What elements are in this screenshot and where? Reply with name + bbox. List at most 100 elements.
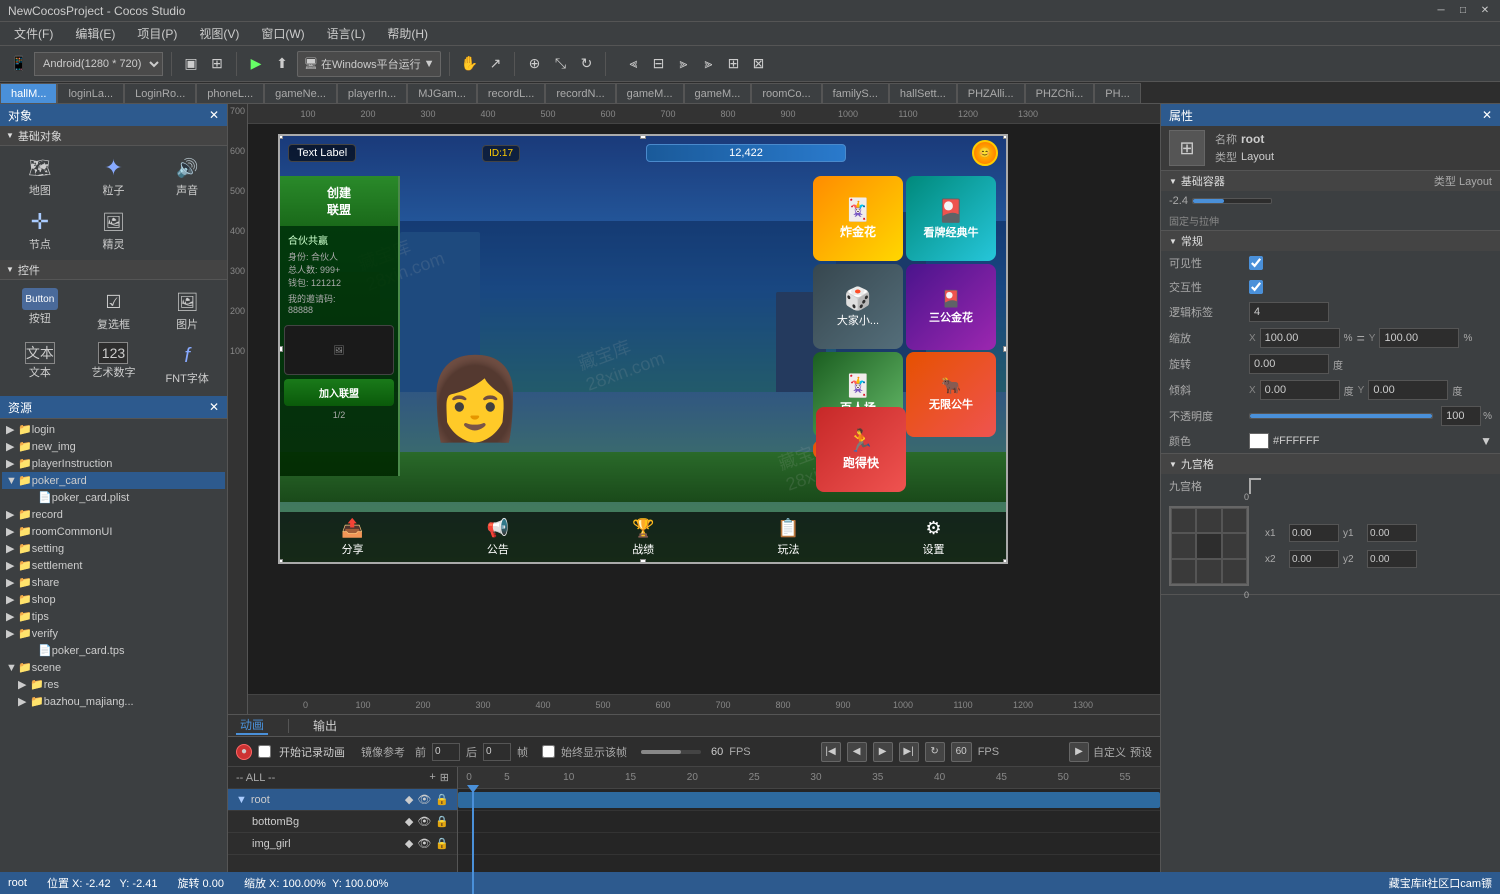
always-show-checkbox[interactable] [542, 745, 555, 758]
timeline-layer-bottombg[interactable]: bottomBg ◆ 👁 🔒 [228, 811, 457, 833]
nav-share[interactable]: 📤 分享 [341, 518, 363, 557]
nav-announcement[interactable]: 📢 公告 [487, 518, 509, 557]
tab-record2[interactable]: recordN... [545, 83, 615, 103]
nav-gameplay[interactable]: 📋 玩法 [777, 518, 799, 557]
regular-header[interactable]: 常规 [1161, 231, 1500, 251]
asset-poker-tps[interactable]: 📄 poker_card.tps [2, 642, 225, 659]
rotation-input[interactable] [1249, 354, 1329, 374]
play-button[interactable]: ▶ [245, 53, 267, 75]
align-center-h[interactable]: ⊟ [647, 53, 669, 75]
object-sound[interactable]: 🔊 声音 [151, 150, 223, 202]
after-input[interactable] [483, 743, 511, 761]
layer-visible-icon[interactable]: 👁 [417, 793, 431, 806]
opacity-input[interactable] [1441, 406, 1481, 426]
interactive-checkbox[interactable] [1249, 280, 1263, 294]
layer-lock-icon[interactable]: 👁 [417, 815, 431, 828]
minimize-button[interactable]: ─ [1434, 4, 1448, 18]
timeline-layer-girl[interactable]: img_girl ◆ 👁 🔒 [228, 833, 457, 855]
asset-share[interactable]: ▶ 📁 share [2, 574, 225, 591]
game-card-kanpai[interactable]: 🎴 看牌经典牛 [906, 176, 996, 261]
play-btn[interactable]: ▶ [1069, 742, 1089, 762]
basic-objects-header[interactable]: 基础对象 [0, 126, 227, 146]
tab-login[interactable]: loginLa... [57, 83, 124, 103]
play-prev-btn[interactable]: ◀ [847, 742, 867, 762]
nine-grid-section-header[interactable]: 九宫格 [1161, 454, 1500, 474]
nav-settings[interactable]: ⚙ 设置 [923, 518, 945, 557]
panel-close-icon[interactable]: ✕ [209, 108, 219, 122]
nav-record[interactable]: 🏆 战绩 [632, 518, 654, 557]
slider-bar[interactable] [1192, 198, 1272, 204]
resize-tool[interactable]: ⤡ [549, 53, 571, 75]
asset-login[interactable]: ▶ 📁 login [2, 421, 225, 438]
tilt-x-input[interactable] [1260, 380, 1340, 400]
timeline-record-btn[interactable]: ● [236, 744, 252, 760]
y1-input[interactable] [1367, 524, 1417, 542]
tab-gamem2[interactable]: gameM... [684, 83, 752, 103]
object-particle[interactable]: ✦ 粒子 [78, 150, 150, 202]
all-add-icon[interactable]: + [429, 771, 435, 784]
object-map[interactable]: 🗺 地图 [4, 150, 76, 202]
maximize-button[interactable]: □ [1456, 4, 1470, 18]
menu-file[interactable]: 文件(F) [4, 23, 63, 44]
menu-language[interactable]: 语言(L) [317, 23, 376, 44]
control-image[interactable]: 🖼 图片 [151, 284, 223, 336]
asset-scene[interactable]: ▼ 📁 scene [2, 659, 225, 676]
align-center-v[interactable]: ⊞ [722, 53, 744, 75]
control-button[interactable]: Button 按钮 [4, 284, 76, 336]
menu-edit[interactable]: 编辑(E) [65, 23, 125, 44]
y2-input[interactable] [1367, 550, 1417, 568]
tab-hall[interactable]: hallM... [0, 83, 57, 103]
base-container-header[interactable]: 基础容器 类型 Layout [1161, 171, 1500, 191]
tab-game[interactable]: gameNe... [264, 83, 337, 103]
platform-select[interactable]: Android(1280 * 720) [34, 52, 163, 76]
controls-header[interactable]: 控件 [0, 260, 227, 280]
logic-tag-input[interactable] [1249, 302, 1329, 322]
asset-panel-close[interactable]: ✕ [209, 400, 219, 414]
play-pause-btn[interactable]: ▶ [873, 742, 893, 762]
timeline-layer-root[interactable]: ▼ root ◆ 👁 🔒 [228, 789, 457, 811]
canvas-container[interactable]: 100 200 300 400 500 600 700 800 900 1000… [228, 104, 1160, 714]
opacity-slider[interactable] [1249, 413, 1433, 419]
tilt-y-input[interactable] [1368, 380, 1448, 400]
layer-lock-icon[interactable]: 👁 [417, 837, 431, 850]
tab-record1[interactable]: recordL... [477, 83, 545, 103]
control-fnt[interactable]: f FNT字体 [151, 338, 223, 390]
square-icon[interactable]: ▣ [180, 53, 202, 75]
color-dropdown[interactable]: ▼ [1480, 434, 1492, 448]
loop-btn[interactable]: ↻ [925, 742, 945, 762]
align-top[interactable]: ⫸ [697, 53, 719, 75]
tab-mj[interactable]: MJGam... [407, 83, 477, 103]
control-checkbox[interactable]: ☑ 复选框 [78, 284, 150, 336]
asset-verify[interactable]: ▶ 📁 verify [2, 625, 225, 642]
layer-keyframe-icon[interactable]: ◆ [405, 793, 413, 806]
game-preview[interactable]: Text Label ID:17 12,422 😊 创建联盟 合伙共赢 身份: … [278, 134, 1008, 564]
control-text[interactable]: 文本 文本 [4, 338, 76, 390]
asset-room-common[interactable]: ▶ 📁 roomCommonUI [2, 523, 225, 540]
play-next-btn[interactable]: ▶| [899, 742, 919, 762]
align-bottom[interactable]: ⊠ [747, 53, 769, 75]
tab-output[interactable]: 输出 [309, 717, 341, 734]
asset-settlement[interactable]: ▶ 📁 settlement [2, 557, 225, 574]
menu-view[interactable]: 视图(V) [189, 23, 249, 44]
game-card-sangong[interactable]: 🎴 三公金花 [906, 264, 996, 350]
x1-input[interactable] [1289, 524, 1339, 542]
scale-x-input[interactable] [1260, 328, 1340, 348]
asset-poker-plist[interactable]: 📄 poker_card.plist [2, 489, 225, 506]
align-right[interactable]: ⫸ [672, 53, 694, 75]
grid-icon[interactable]: ⊞ [206, 53, 228, 75]
tab-player[interactable]: playerIn... [337, 83, 407, 103]
tab-animation[interactable]: 动画 [236, 716, 268, 735]
visibility-checkbox[interactable] [1249, 256, 1263, 270]
x2-input[interactable] [1289, 550, 1339, 568]
record-checkbox[interactable] [258, 745, 271, 758]
scale-y-input[interactable] [1379, 328, 1459, 348]
asset-shop[interactable]: ▶ 📁 shop [2, 591, 225, 608]
object-sprite[interactable]: 🖼 精灵 [78, 204, 150, 256]
fps-slider[interactable] [641, 750, 701, 754]
tab-room[interactable]: roomCo... [751, 83, 821, 103]
layer-del-icon[interactable]: 🔒 [435, 815, 449, 828]
asset-record[interactable]: ▶ 📁 record [2, 506, 225, 523]
asset-tips[interactable]: ▶ 📁 tips [2, 608, 225, 625]
rotate-tool[interactable]: ↻ [575, 53, 597, 75]
export-button[interactable]: ⬆ [271, 53, 293, 75]
